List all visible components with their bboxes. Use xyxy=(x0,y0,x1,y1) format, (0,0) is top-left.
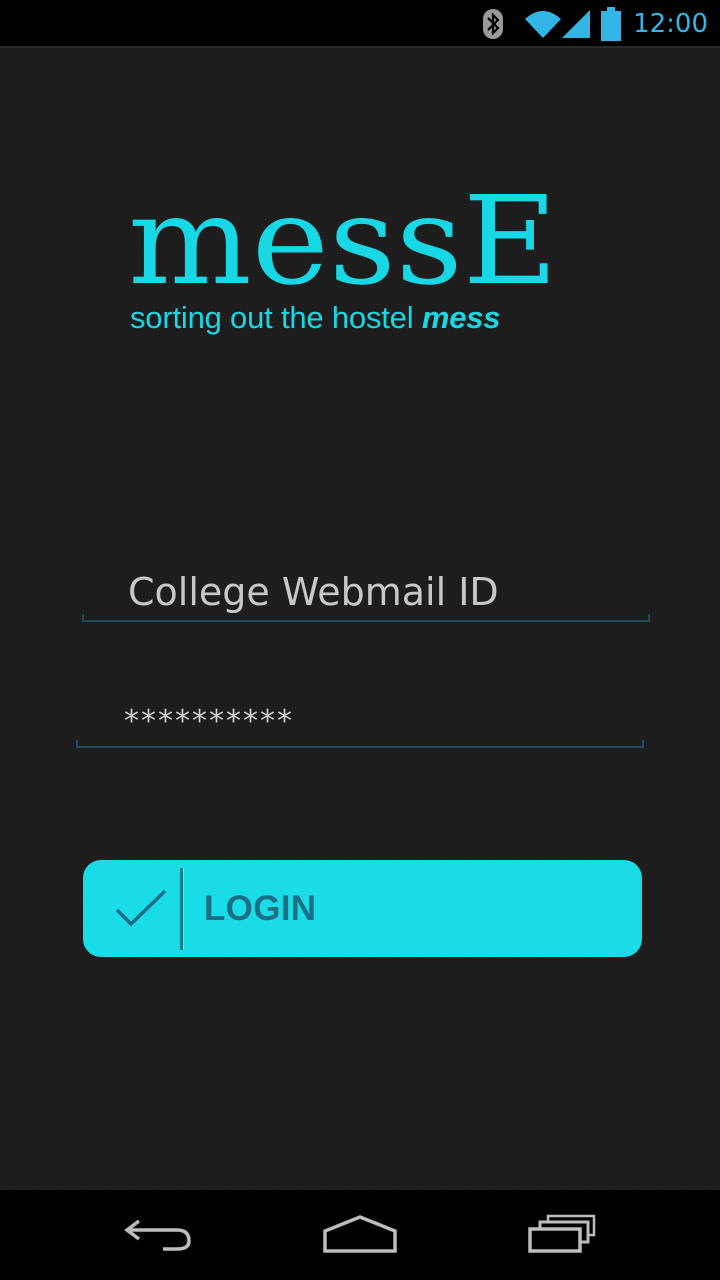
clock: 12:00 xyxy=(633,9,708,39)
recents-button[interactable] xyxy=(502,1190,622,1280)
back-button[interactable] xyxy=(98,1190,218,1280)
tagline-emphasis: mess xyxy=(421,300,501,335)
battery-icon xyxy=(600,0,628,48)
password-field-underline xyxy=(76,740,644,748)
home-button[interactable] xyxy=(300,1190,420,1280)
tagline-text: sorting out the hostel xyxy=(130,300,414,335)
email-field-container xyxy=(82,562,650,622)
password-field[interactable] xyxy=(76,694,644,748)
tagline: sorting out the hostel mess xyxy=(130,300,590,336)
recents-icon xyxy=(526,1213,598,1257)
status-bar: 12:00 xyxy=(0,0,720,48)
home-icon xyxy=(322,1213,398,1257)
login-button-divider xyxy=(180,868,184,950)
login-screen: 12:00 messE sorting out the hostel mess … xyxy=(0,0,720,1280)
navigation-bar xyxy=(0,1190,720,1280)
cell-signal-icon xyxy=(560,0,594,48)
app-logo: messE xyxy=(128,178,558,293)
logo-wordmark: messE xyxy=(128,178,558,293)
login-button-label: LOGIN xyxy=(204,889,317,928)
back-icon xyxy=(123,1213,193,1257)
checkmark-icon xyxy=(114,888,168,928)
wifi-icon xyxy=(524,0,564,48)
bluetooth-icon xyxy=(482,0,512,48)
password-field-container xyxy=(76,694,644,748)
email-field[interactable] xyxy=(82,562,650,622)
email-field-underline xyxy=(82,614,650,622)
